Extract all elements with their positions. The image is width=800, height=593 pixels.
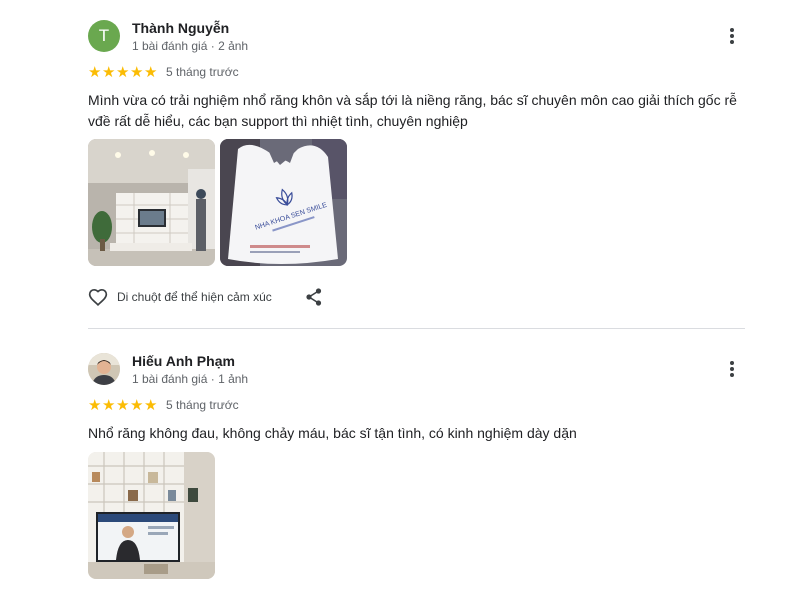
- star-icon: ★: [102, 396, 116, 414]
- reviewer-name[interactable]: Thành Nguyễn: [132, 20, 229, 36]
- star-icon: ★: [130, 396, 144, 414]
- review-date: 5 tháng trước: [166, 65, 239, 79]
- star-icon: ★: [144, 63, 158, 81]
- review-date: 5 tháng trước: [166, 398, 239, 412]
- clinic-shelves-image: [88, 452, 215, 579]
- more-options-icon[interactable]: [724, 358, 740, 380]
- star-icon: ★: [102, 63, 116, 81]
- avatar[interactable]: T: [88, 20, 120, 52]
- star-icon: ★: [116, 63, 130, 81]
- review-actions: Di chuột để thể hiện cảm xúc: [88, 287, 272, 306]
- avatar-photo-image: [88, 353, 120, 385]
- reviewer-meta: 1 bài đánh giá · 1 ảnh: [132, 372, 249, 386]
- avatar-letter: T: [98, 26, 110, 45]
- star-icon: ★: [130, 63, 144, 81]
- star-rating: ★ ★ ★ ★ ★: [88, 65, 158, 80]
- review-photo[interactable]: [88, 139, 215, 266]
- star-rating: ★ ★ ★ ★ ★: [88, 398, 158, 413]
- rating-row: ★ ★ ★ ★ ★ 5 tháng trước: [88, 397, 239, 413]
- review-text-line: vđề rất dễ hiểu, các bạn support thì nhi…: [88, 113, 468, 129]
- star-icon: ★: [116, 396, 130, 414]
- heart-outline-icon[interactable]: [88, 287, 108, 306]
- review-text: Nhổ răng không đau, không chảy máu, bác …: [88, 423, 748, 444]
- review-text-line: Mình vừa có trải nghiệm nhổ răng khôn và…: [88, 92, 737, 108]
- review-text-line: Nhổ răng không đau, không chảy máu, bác …: [88, 425, 577, 441]
- review-photo[interactable]: [88, 452, 215, 579]
- share-icon[interactable]: [306, 288, 322, 306]
- review-card: T Thành Nguyễn 1 bài đánh giá · 2 ảnh ★ …: [88, 20, 748, 320]
- clinic-bag-image: NHA KHOA SEN SMILE: [220, 139, 347, 266]
- review-text: Mình vừa có trải nghiệm nhổ răng khôn và…: [88, 90, 748, 132]
- reviewer-name[interactable]: Hiếu Anh Phạm: [132, 353, 235, 369]
- review-divider: [88, 328, 745, 329]
- reviewer-meta: 1 bài đánh giá · 2 ảnh: [132, 39, 249, 53]
- more-options-icon[interactable]: [724, 25, 740, 47]
- rating-row: ★ ★ ★ ★ ★ 5 tháng trước: [88, 64, 239, 80]
- clinic-interior-image: [88, 139, 215, 266]
- reaction-hint: Di chuột để thể hiện cảm xúc: [117, 289, 272, 304]
- star-icon: ★: [88, 396, 102, 414]
- star-icon: ★: [88, 63, 102, 81]
- review-photo[interactable]: NHA KHOA SEN SMILE: [220, 139, 347, 266]
- review-card: Hiếu Anh Phạm 1 bài đánh giá · 1 ảnh ★ ★…: [88, 353, 748, 593]
- star-icon: ★: [144, 396, 158, 414]
- avatar[interactable]: [88, 353, 120, 385]
